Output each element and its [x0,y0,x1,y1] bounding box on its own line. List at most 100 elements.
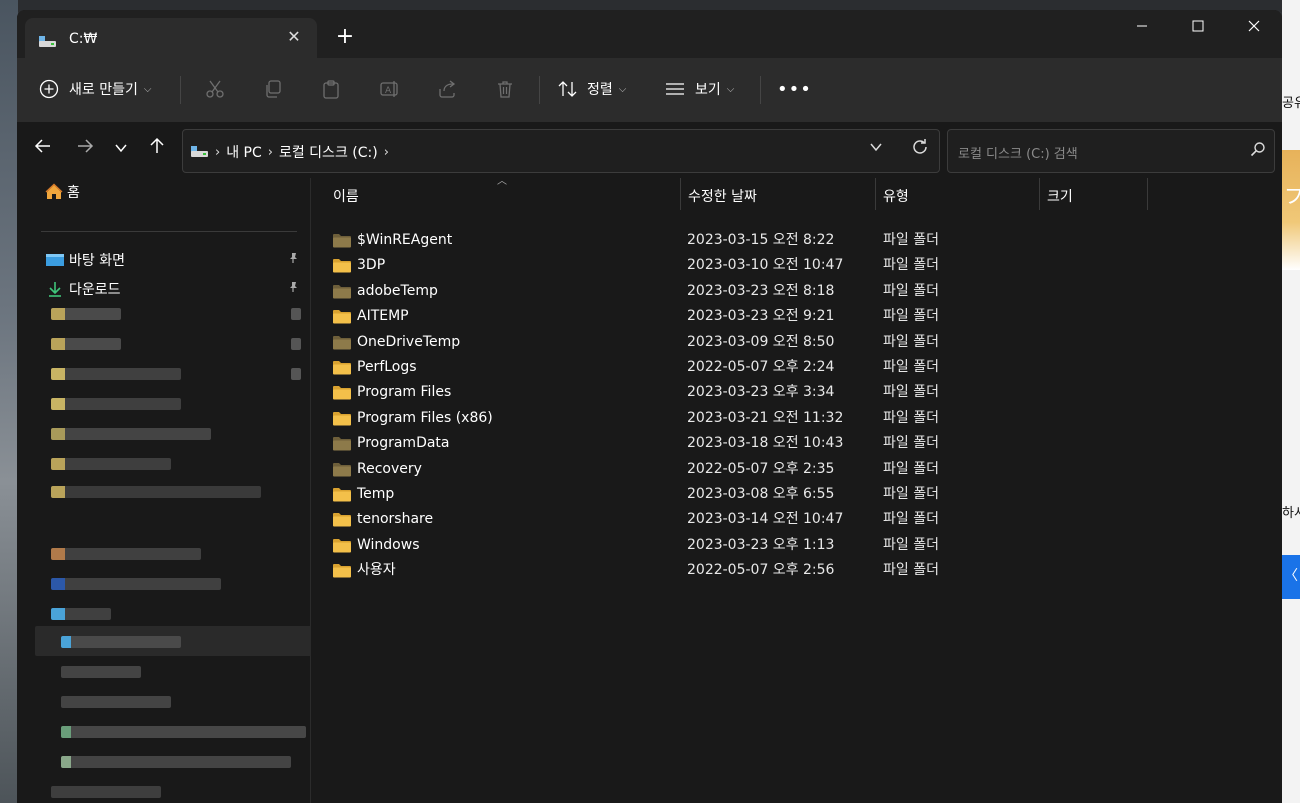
folder-icon [333,334,351,358]
address-bar[interactable]: › 내 PC › 로컬 디스크 (C:) › [182,129,940,173]
search-box[interactable]: 로컬 디스크 (C:) 검색 [947,129,1275,173]
arrow-up-icon [150,137,164,153]
rename-button[interactable]: A [379,72,401,106]
column-divider[interactable] [680,178,681,210]
recent-locations-button[interactable] [105,134,137,166]
file-name: Windows [357,536,420,553]
table-row[interactable]: $WinREAgent 2023-03-15 오전 8:22 파일 폴더 [333,228,1273,252]
column-header-date[interactable]: 수정한 날짜 [688,184,757,210]
back-button[interactable] [27,134,59,166]
file-name: 사용자 [357,562,396,579]
folder-icon [333,410,351,434]
table-row[interactable]: Recovery 2022-05-07 오후 2:35 파일 폴더 [333,457,1273,481]
column-divider[interactable] [875,178,876,210]
arrow-left-icon [34,139,50,153]
folder-icon [333,308,351,332]
file-name: $WinREAgent [357,232,453,248]
table-row[interactable]: PerfLogs 2022-05-07 오후 2:24 파일 폴더 [333,355,1273,379]
file-explorer-window: C:₩ ✕ + 새로 만들기 ⌵ A 정렬 ⌵ 보기 ⌵ ••• › 내 PC … [17,10,1282,803]
up-button[interactable] [141,134,173,166]
chevron-right-icon[interactable]: › [268,145,273,160]
drive-icon [191,146,208,157]
close-tab-icon[interactable]: ✕ [283,26,305,48]
table-row[interactable]: Temp 2023-03-08 오후 6:55 파일 폴더 [333,482,1273,506]
command-bar: 새로 만들기 ⌵ A 정렬 ⌵ 보기 ⌵ ••• [17,58,1282,123]
navigation-bar: › 내 PC › 로컬 디스크 (C:) › 로컬 디스크 (C:) 검색 [17,122,1282,178]
table-row[interactable]: AITEMP 2023-03-23 오전 9:21 파일 폴더 [333,304,1273,328]
pin-icon[interactable] [287,281,299,297]
copy-button[interactable] [263,72,283,106]
table-row[interactable]: ProgramData 2023-03-18 오전 10:43 파일 폴더 [333,431,1273,455]
tab-title: C:₩ [69,31,98,47]
delete-button[interactable] [495,72,515,106]
table-row[interactable]: Program Files (x86) 2023-03-21 오전 11:32 파일… [333,406,1273,430]
trash-icon [498,81,512,98]
view-button[interactable]: 보기 ⌵ [665,72,734,106]
divider [41,231,297,232]
new-tab-button[interactable]: + [333,26,357,50]
folder-icon [333,537,351,561]
chevron-right-icon[interactable]: › [384,145,389,160]
new-button[interactable]: 새로 만들기 ⌵ [39,72,151,106]
address-history-dropdown[interactable] [869,140,883,158]
table-row[interactable]: tenorshare 2023-03-14 오전 10:47 파일 폴더 [333,507,1273,531]
tab-c-drive[interactable]: C:₩ ✕ [25,18,317,58]
cut-button[interactable] [205,72,225,106]
folder-icon [333,435,351,459]
forward-button[interactable] [69,134,101,166]
column-header-size[interactable]: 크기 [1047,184,1073,210]
file-name: Recovery [357,460,422,477]
file-date: 2023-03-18 오전 10:43 [687,435,844,452]
column-header-type[interactable]: 유형 [883,184,909,210]
file-name: adobeTemp [357,282,438,299]
chevron-down-icon [115,144,127,153]
folder-icon [333,486,351,510]
column-divider[interactable] [1147,178,1148,210]
table-row[interactable]: OneDriveTemp 2023-03-09 오전 8:50 파일 폴더 [333,330,1273,354]
table-row[interactable]: 사용자 2022-05-07 오후 2:56 파일 폴더 [333,558,1273,582]
table-row[interactable]: adobeTemp 2023-03-23 오전 8:18 파일 폴더 [333,279,1273,303]
more-options-button[interactable]: ••• [777,72,812,106]
table-row[interactable]: Windows 2023-03-23 오후 1:13 파일 폴더 [333,533,1273,557]
maximize-button[interactable] [1170,10,1226,44]
scissors-icon [206,80,224,98]
file-name: AITEMP [357,308,409,325]
file-type: 파일 폴더 [883,384,939,401]
minimize-button[interactable] [1114,10,1170,44]
sort-icon [558,81,577,97]
file-type: 파일 폴더 [883,257,939,274]
arrow-right-icon [78,139,94,153]
file-name: PerfLogs [357,359,417,375]
table-row[interactable]: 3DP 2023-03-10 오전 10:47 파일 폴더 [333,253,1273,277]
refresh-icon [913,139,927,154]
file-name: OneDriveTemp [357,333,461,350]
table-row[interactable]: Program Files 2023-03-23 오후 3:34 파일 폴더 [333,380,1273,404]
divider [760,76,761,104]
rename-icon: A [380,81,398,97]
close-window-button[interactable] [1226,10,1282,44]
file-date: 2022-05-07 오후 2:35 [687,460,835,477]
paste-icon [323,80,339,99]
sidebar-item-desktop[interactable]: 바탕 화면 [45,246,297,274]
file-list: 이름 ︿ 수정한 날짜 유형 크기 $WinREAgent 2023-03-15 … [311,176,1282,803]
background-button: 〈 [1282,555,1300,599]
sort-button[interactable]: 정렬 ⌵ [557,72,626,106]
share-button[interactable] [437,72,457,106]
pin-icon[interactable] [287,252,299,268]
file-name: Program Files [357,384,452,401]
file-date: 2022-05-07 오후 2:56 [687,562,835,579]
refresh-button[interactable] [911,138,929,161]
breadcrumb-item-this-pc[interactable]: 내 PC [226,142,262,162]
sidebar-item-home[interactable]: 홈 [45,178,80,206]
breadcrumb-item-local-disk[interactable]: 로컬 디스크 (C:) [279,142,378,162]
column-header-name[interactable]: 이름 [333,184,359,210]
column-divider[interactable] [1039,178,1040,210]
paste-button[interactable] [321,72,341,106]
chevron-down-icon [870,143,882,152]
search-icon[interactable] [1250,141,1266,161]
title-bar: C:₩ ✕ + [17,10,1282,58]
divider [539,76,540,104]
file-type: 파일 폴더 [883,460,939,477]
file-date: 2023-03-15 오전 8:22 [687,232,835,248]
file-date: 2023-03-23 오후 1:13 [687,536,835,553]
